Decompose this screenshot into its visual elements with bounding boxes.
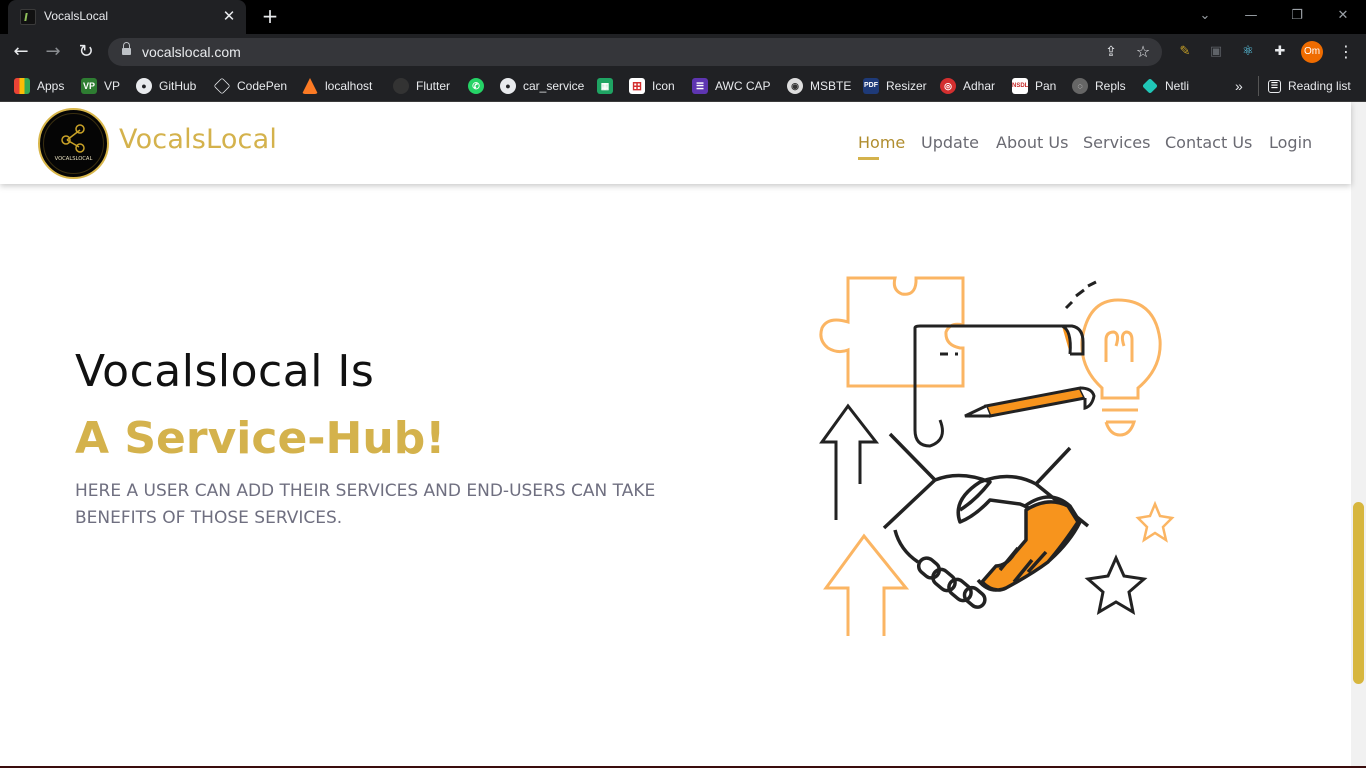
handshake-illustration bbox=[819, 276, 1175, 636]
bookmark-github[interactable]: ● GitHub bbox=[136, 76, 196, 96]
browser-toolbar: ← → ↻ vocalslocal.com ⇪ ☆ ✎ ▣ ⚛ ✚ Om ⋮ bbox=[0, 34, 1366, 70]
nav-about-us[interactable]: About Us bbox=[996, 133, 1068, 152]
chevron-down-icon[interactable]: ⌄ bbox=[1195, 6, 1215, 26]
whatsapp-icon: ✆ bbox=[468, 78, 484, 94]
site-logo[interactable]: VOCALSLOCAL bbox=[38, 108, 109, 179]
bookmark-netli[interactable]: Netli bbox=[1142, 76, 1189, 96]
hero-highlight: A Service-Hub! bbox=[75, 413, 446, 464]
bookmark-whatsapp[interactable]: ✆ bbox=[468, 76, 484, 96]
share-icon[interactable]: ⇪ bbox=[1102, 43, 1120, 61]
bookmarks-bar: Apps VP VP ● GitHub CodePen localhost Flut… bbox=[0, 70, 1366, 102]
msbte-icon: ◉ bbox=[787, 78, 803, 94]
share-network-icon: VOCALSLOCAL bbox=[43, 113, 104, 174]
bookmark-localhost[interactable]: localhost bbox=[302, 76, 372, 96]
bookmark-flutter[interactable]: Flutter bbox=[393, 76, 450, 96]
site-favicon-icon bbox=[20, 9, 36, 25]
nav-login[interactable]: Login bbox=[1269, 133, 1312, 152]
forward-arrow-icon[interactable]: → bbox=[42, 41, 64, 63]
site-header: VOCALSLOCAL VocalsLocal Home Update Abou… bbox=[0, 102, 1351, 184]
close-window-icon[interactable]: ✕ bbox=[1333, 6, 1353, 26]
bookmark-star-icon[interactable]: ☆ bbox=[1134, 43, 1152, 61]
page-viewport: VOCALSLOCAL VocalsLocal Home Update Abou… bbox=[0, 102, 1366, 768]
star-outline-icon bbox=[1135, 500, 1175, 543]
bookmark-msbte[interactable]: ◉ MSBTE bbox=[787, 76, 851, 96]
pen-extension-icon[interactable]: ✎ bbox=[1175, 42, 1195, 62]
back-arrow-icon[interactable]: ← bbox=[10, 41, 32, 63]
brand-name[interactable]: VocalsLocal bbox=[119, 124, 277, 155]
pdf-icon: PDF bbox=[863, 78, 879, 94]
new-tab-button[interactable]: + bbox=[259, 5, 281, 27]
bookmark-repls[interactable]: ◌ Repls bbox=[1072, 76, 1126, 96]
xampp-icon bbox=[302, 78, 318, 94]
url-text[interactable]: vocalslocal.com bbox=[142, 44, 241, 60]
bookmark-vp[interactable]: VP VP bbox=[81, 76, 120, 96]
replit-icon: ◌ bbox=[1072, 78, 1088, 94]
bookmark-pan[interactable]: NSDL Pan bbox=[1012, 76, 1056, 96]
page-scrollbar[interactable] bbox=[1351, 102, 1366, 768]
bookmark-adhar[interactable]: ◎ Adhar bbox=[940, 76, 995, 96]
hero-subtitle: HERE A USER CAN ADD THEIR SERVICES AND E… bbox=[75, 481, 656, 528]
spark-lines-icon bbox=[1064, 280, 1097, 310]
hero-title: Vocalslocal Is bbox=[75, 346, 375, 397]
bookmark-car-service[interactable]: ● car_service bbox=[500, 76, 584, 96]
arrow-up-orange-icon bbox=[823, 533, 910, 636]
close-tab-icon[interactable]: ✕ bbox=[220, 7, 238, 25]
netlify-icon bbox=[1142, 78, 1158, 94]
nsdl-icon: NSDL bbox=[1012, 78, 1028, 94]
light-bulb-icon bbox=[1080, 298, 1162, 437]
github-icon: ● bbox=[136, 78, 152, 94]
restore-icon[interactable]: ❐ bbox=[1287, 6, 1307, 26]
nav-active-indicator bbox=[858, 157, 879, 160]
bookmark-apps[interactable]: Apps bbox=[14, 76, 64, 96]
apps-grid-icon bbox=[14, 78, 30, 94]
arrow-up-icon bbox=[819, 403, 880, 520]
browser-tab[interactable]: VocalsLocal ✕ bbox=[8, 0, 246, 34]
bookmark-codepen[interactable]: CodePen bbox=[213, 76, 287, 96]
grid-icon: ⊞ bbox=[629, 78, 645, 94]
sheets-icon: ▦ bbox=[597, 78, 613, 94]
nav-update[interactable]: Update bbox=[921, 133, 979, 152]
nav-home[interactable]: Home bbox=[858, 133, 905, 152]
bookmark-icon[interactable]: ⊞ Icon bbox=[629, 76, 675, 96]
reload-icon[interactable]: ↻ bbox=[75, 41, 97, 63]
logo-text: VOCALSLOCAL bbox=[55, 156, 93, 162]
profile-avatar[interactable]: Om bbox=[1301, 41, 1323, 63]
tab-strip: VocalsLocal ✕ + ⌄ — ❐ ✕ bbox=[0, 0, 1366, 34]
aadhaar-icon: ◎ bbox=[940, 78, 956, 94]
address-bar[interactable]: vocalslocal.com ⇪ ☆ bbox=[108, 38, 1162, 66]
reading-list-button[interactable]: ☰ Reading list bbox=[1258, 76, 1351, 96]
vp-icon: VP bbox=[81, 78, 97, 94]
codepen-icon bbox=[213, 77, 231, 95]
star-icon bbox=[1084, 554, 1148, 615]
puzzle-piece-icon bbox=[819, 276, 965, 388]
scrollbar-thumb[interactable] bbox=[1353, 502, 1364, 684]
flutter-icon bbox=[393, 78, 409, 94]
handshake-icon bbox=[882, 432, 1090, 609]
menu-kebab-icon[interactable]: ⋮ bbox=[1336, 42, 1356, 62]
reading-list-icon: ☰ bbox=[1268, 79, 1281, 93]
nav-contact-us[interactable]: Contact Us bbox=[1165, 133, 1252, 152]
react-devtools-icon[interactable]: ⚛ bbox=[1238, 42, 1258, 62]
github-icon: ● bbox=[500, 78, 516, 94]
extension-square-icon[interactable]: ▣ bbox=[1206, 42, 1226, 62]
bookmark-awc-cap[interactable]: ☰ AWC CAP bbox=[692, 76, 771, 96]
bookmark-resizer[interactable]: PDF Resizer bbox=[863, 76, 927, 96]
extensions-puzzle-icon[interactable]: ✚ bbox=[1270, 42, 1290, 62]
lock-icon[interactable] bbox=[122, 42, 131, 57]
bookmark-sheets[interactable]: ▦ bbox=[597, 76, 620, 96]
tab-title: VocalsLocal bbox=[44, 9, 109, 23]
minimize-icon[interactable]: — bbox=[1241, 6, 1261, 26]
list-icon: ☰ bbox=[692, 78, 708, 94]
bookmarks-overflow-button[interactable]: » bbox=[1235, 76, 1243, 96]
nav-services[interactable]: Services bbox=[1083, 133, 1150, 152]
